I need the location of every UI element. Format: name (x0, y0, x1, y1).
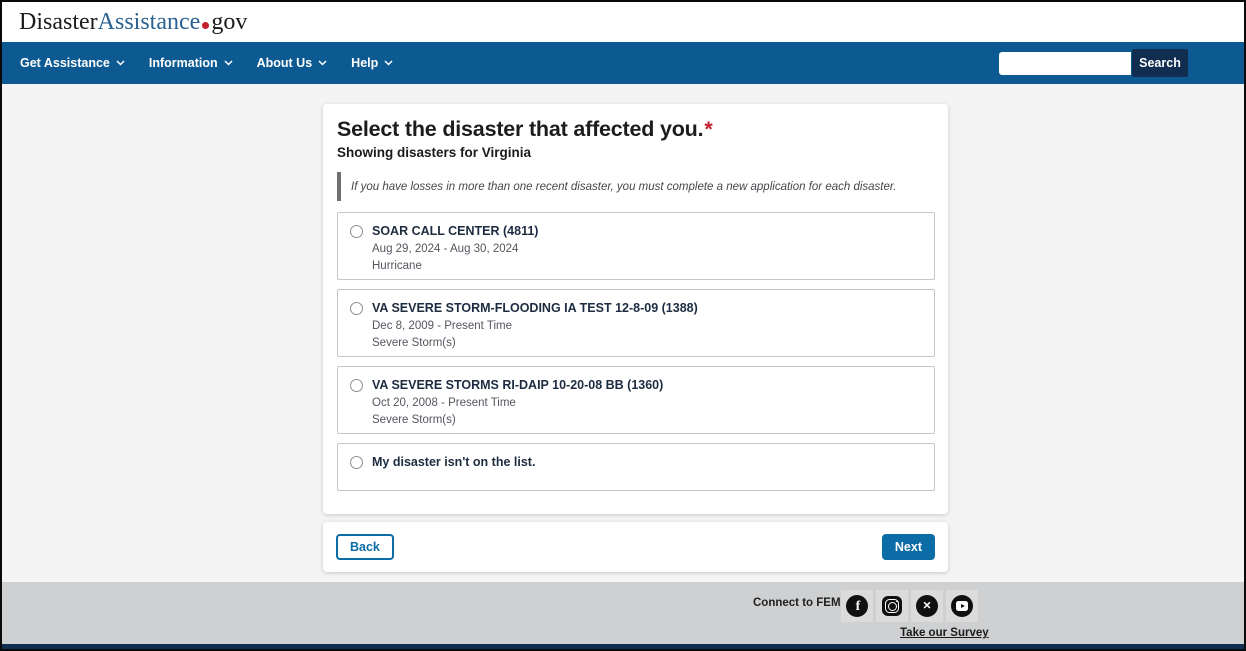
disaster-option-4811[interactable]: SOAR CALL CENTER (4811) Aug 29, 2024 - A… (337, 212, 935, 280)
radio-button[interactable] (350, 302, 363, 315)
logo-text-disaster: Disaster (19, 9, 98, 35)
nav-item-label: Get Assistance (20, 56, 110, 70)
disaster-option-not-listed[interactable]: My disaster isn't on the list. (337, 443, 935, 491)
x-icon: ✕ (916, 595, 938, 617)
page-title: Select the disaster that affected you.* (337, 117, 935, 142)
chevron-down-icon (116, 60, 125, 66)
nav-menu: Get Assistance Information About Us Help (20, 56, 393, 70)
nav-item-get-assistance[interactable]: Get Assistance (20, 56, 125, 70)
search-button[interactable]: Search (1132, 49, 1188, 77)
nav-item-help[interactable]: Help (351, 56, 393, 70)
option-type: Severe Storm(s) (372, 337, 698, 349)
youtube-icon (951, 595, 973, 617)
site-footer: Connect to FEMA f ✕ Take our Survey (2, 582, 1244, 644)
option-title: My disaster isn't on the list. (372, 455, 535, 469)
question-card: Select the disaster that affected you.* … (323, 104, 948, 514)
option-type: Hurricane (372, 260, 538, 272)
bottom-strip (2, 644, 1244, 649)
option-dates: Dec 8, 2009 - Present Time (372, 320, 698, 332)
chevron-down-icon (224, 60, 233, 66)
nav-item-information[interactable]: Information (149, 56, 233, 70)
primary-nav: Get Assistance Information About Us Help… (2, 42, 1244, 84)
chevron-down-icon (384, 60, 393, 66)
nav-item-about-us[interactable]: About Us (257, 56, 328, 70)
option-dates: Oct 20, 2008 - Present Time (372, 397, 663, 409)
option-dates: Aug 29, 2024 - Aug 30, 2024 (372, 243, 538, 255)
search-bar: Search (999, 49, 1188, 77)
state-subheading: Showing disasters for Virginia (337, 145, 935, 160)
nav-item-label: About Us (257, 56, 313, 70)
x-link[interactable]: ✕ (911, 590, 943, 622)
option-title: VA SEVERE STORMS RI-DAIP 10-20-08 BB (13… (372, 378, 663, 392)
option-title: SOAR CALL CENTER (4811) (372, 224, 538, 238)
nav-item-label: Help (351, 56, 378, 70)
radio-button[interactable] (350, 225, 363, 238)
instagram-icon (882, 596, 902, 616)
instagram-link[interactable] (876, 590, 908, 622)
option-type: Severe Storm(s) (372, 414, 663, 426)
logo-text-assistance: Assistance (98, 9, 201, 35)
disaster-option-1388[interactable]: VA SEVERE STORM-FLOODING IA TEST 12-8-09… (337, 289, 935, 357)
social-links: f ✕ (841, 590, 978, 622)
required-marker: * (704, 117, 712, 141)
radio-button[interactable] (350, 379, 363, 392)
radio-button[interactable] (350, 456, 363, 469)
disaster-options-list: SOAR CALL CENTER (4811) Aug 29, 2024 - A… (337, 212, 935, 491)
page-title-text: Select the disaster that affected you. (337, 117, 703, 141)
next-button[interactable]: Next (882, 534, 935, 560)
site-header: DisasterAssistance gov (2, 2, 1244, 42)
logo-dot-icon (202, 22, 209, 29)
connect-to-fema-label: Connect to FEMA (753, 597, 849, 609)
facebook-icon: f (846, 595, 868, 617)
info-note-text: If you have losses in more than one rece… (351, 181, 896, 193)
chevron-down-icon (318, 60, 327, 66)
facebook-link[interactable]: f (841, 590, 873, 622)
survey-link[interactable]: Take our Survey (900, 627, 989, 639)
browser-viewport: DisasterAssistance gov Get Assistance Inf… (0, 0, 1246, 651)
logo-text-gov: gov (211, 9, 247, 35)
nav-item-label: Information (149, 56, 218, 70)
actions-card: Back Next (323, 522, 948, 572)
site-logo[interactable]: DisasterAssistance gov (19, 9, 247, 36)
main-content: Select the disaster that affected you.* … (323, 104, 948, 572)
disaster-option-1360[interactable]: VA SEVERE STORMS RI-DAIP 10-20-08 BB (13… (337, 366, 935, 434)
search-input[interactable] (999, 52, 1131, 75)
option-title: VA SEVERE STORM-FLOODING IA TEST 12-8-09… (372, 301, 698, 315)
info-note: If you have losses in more than one rece… (337, 172, 935, 201)
youtube-link[interactable] (946, 590, 978, 622)
back-button[interactable]: Back (336, 534, 394, 560)
